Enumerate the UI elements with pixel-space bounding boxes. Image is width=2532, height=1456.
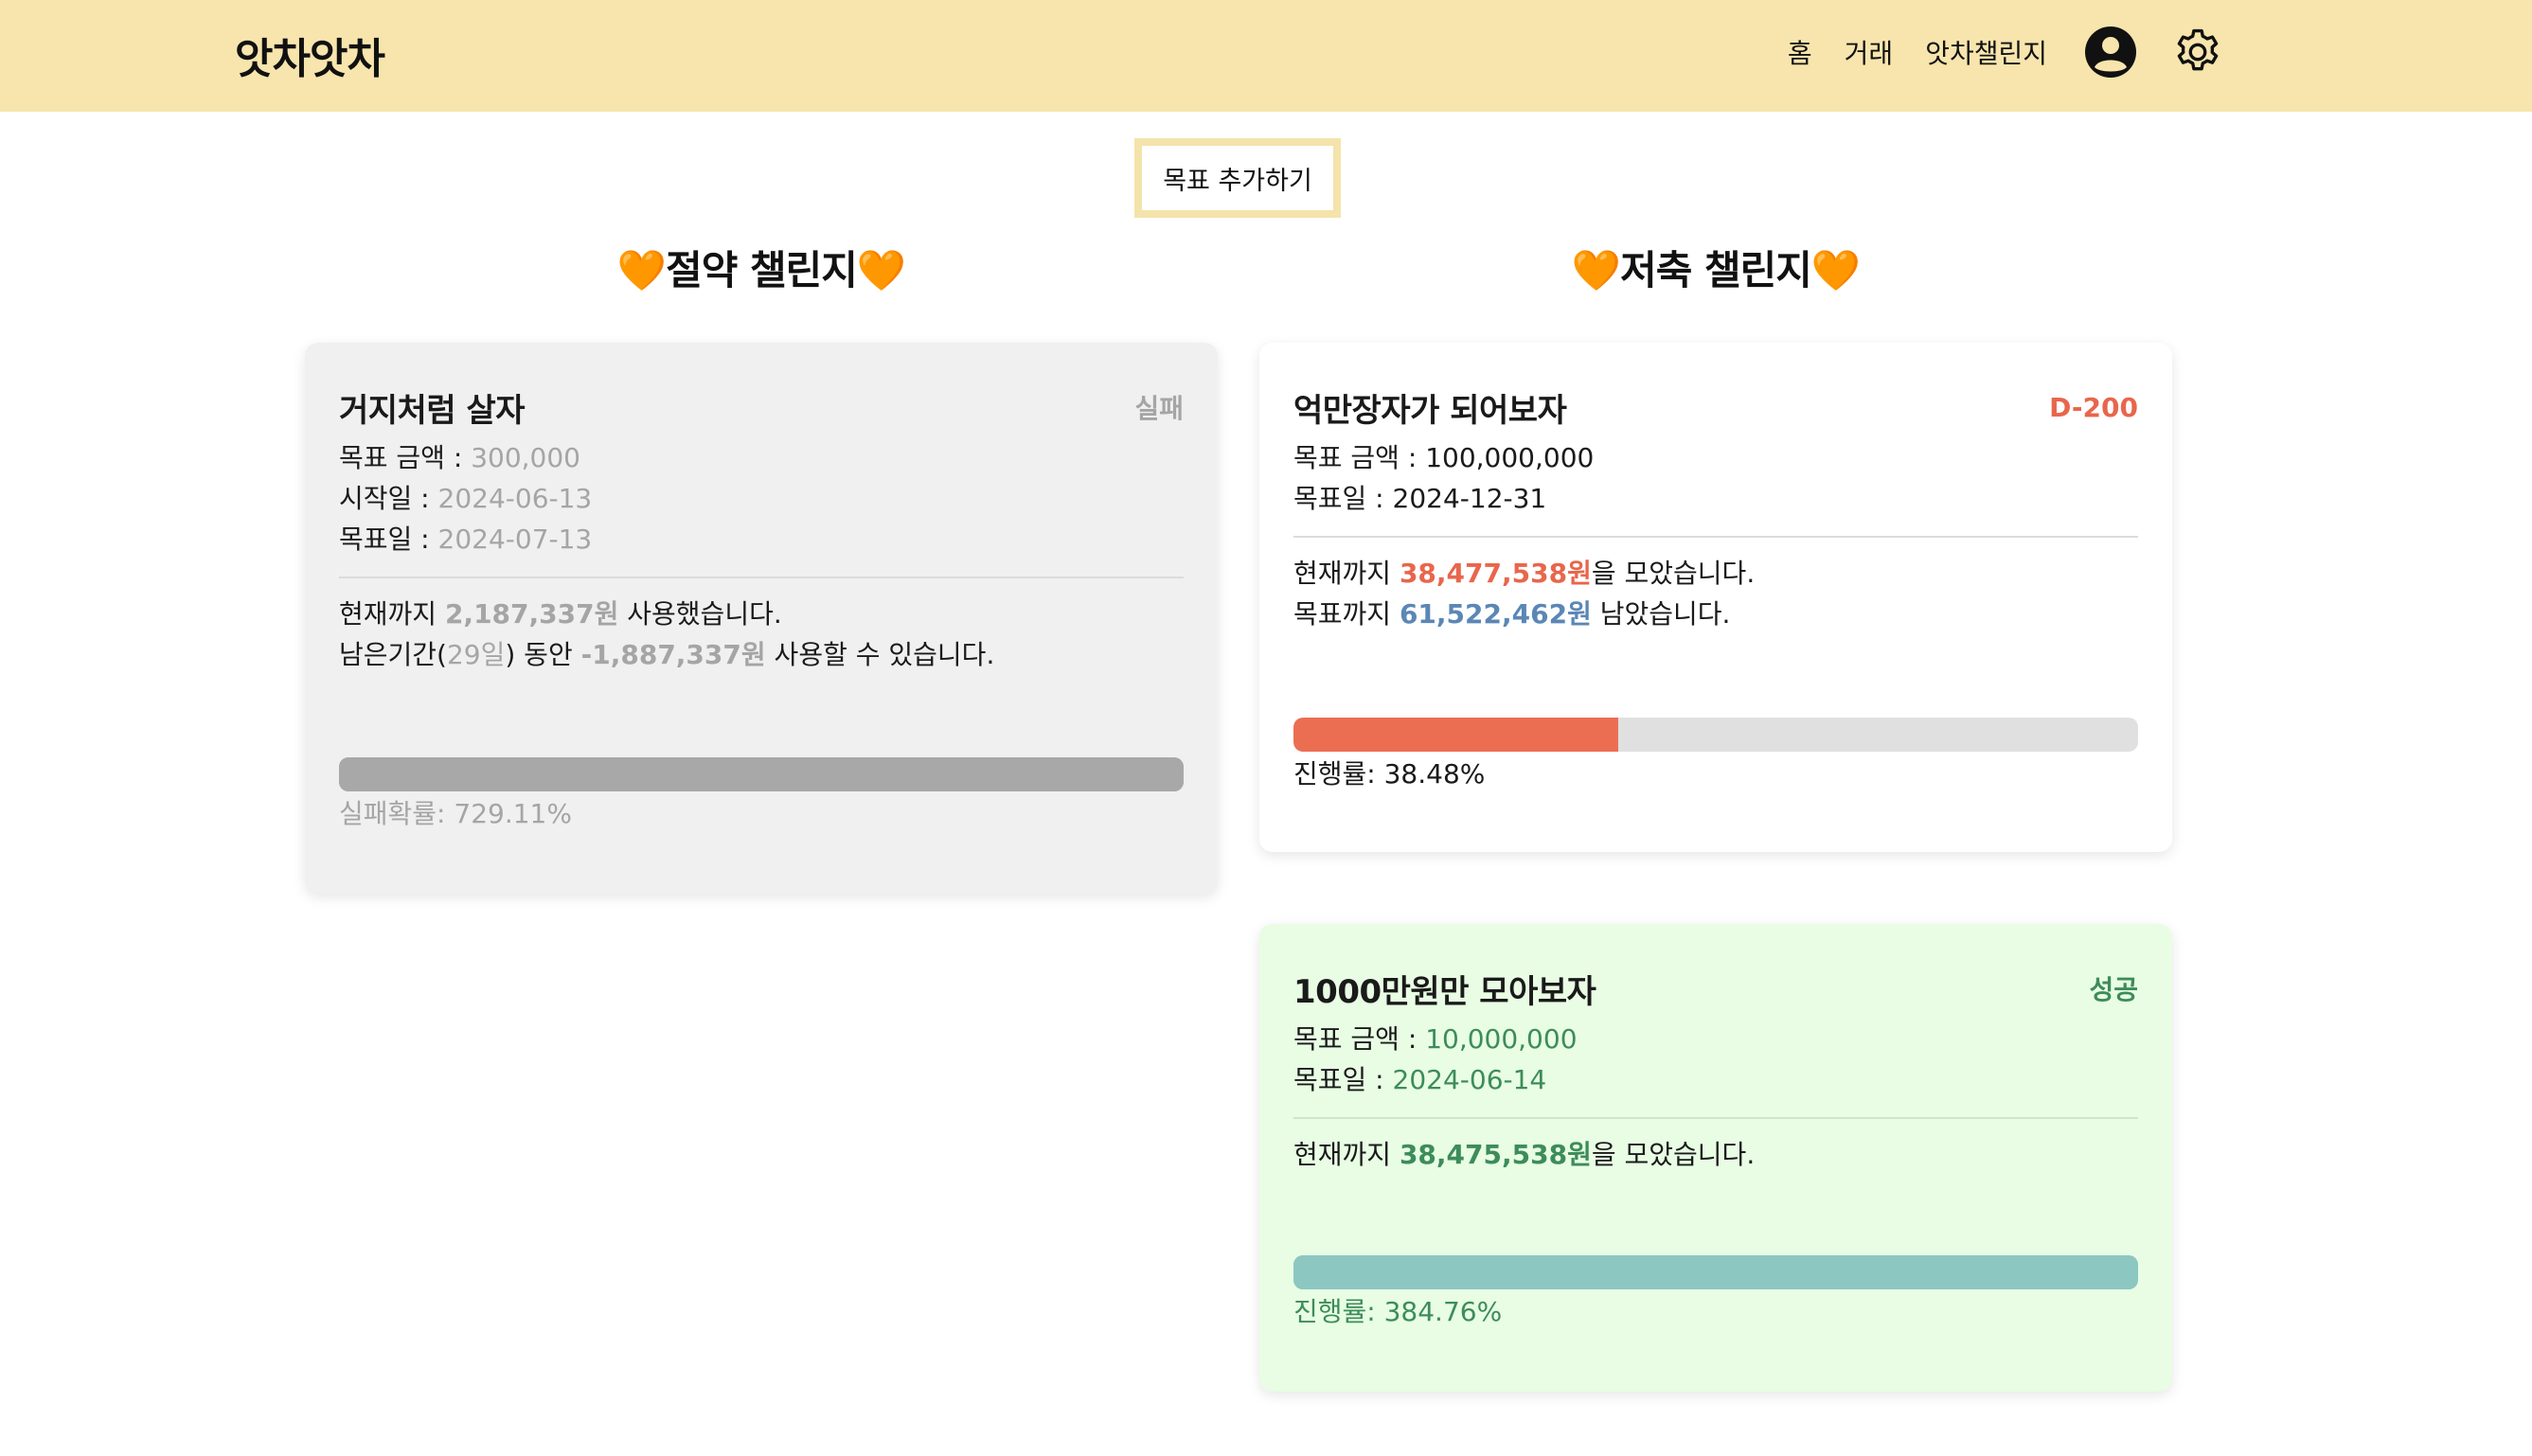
deposit-challenge-title: 🧡저축 챌린지🧡 — [1571, 247, 1861, 293]
remaining-amount: -1,887,337원 — [580, 639, 766, 670]
goal-amount-row: 목표 금액 : 10,000,000 — [1293, 1023, 1578, 1055]
saving-challenge-title: 🧡절약 챌린지🧡 — [616, 247, 906, 293]
progress-label: 실패확률: 729.11% — [339, 798, 572, 829]
remaining-row: 남은기간(29일) 동안 -1,887,337원 사용할 수 있습니다. — [339, 639, 995, 670]
saved-amount: 38,475,538원 — [1399, 1139, 1592, 1170]
progress-bar — [339, 757, 1184, 791]
nav-transactions[interactable]: 거래 — [1845, 33, 1894, 71]
card-title: 억만장자가 되어보자 — [1293, 391, 1567, 430]
goal-date-value: 2024-12-31 — [1392, 483, 1547, 514]
status-badge: 성공 — [2089, 974, 2138, 1005]
dday-badge: D-200 — [2049, 391, 2138, 423]
progress-bar — [1293, 1255, 2138, 1289]
goal-date-row: 목표일 : 2024-07-13 — [339, 524, 593, 555]
status-badge: 실패 — [1134, 393, 1184, 424]
brand-logo[interactable]: 앗차앗차 — [235, 25, 385, 85]
progress-bar — [1293, 718, 2138, 752]
goal-amount-value: 10,000,000 — [1425, 1023, 1578, 1055]
top-nav: 홈 거래 앗차챌린지 — [1788, 25, 2225, 80]
spent-amount: 2,187,337원 — [444, 598, 619, 630]
goal-date-row: 목표일 : 2024-12-31 — [1293, 483, 1547, 514]
challenge-card-active[interactable]: 억만장자가 되어보자 D-200 목표 금액 : 100,000,000 목표일… — [1259, 343, 2172, 852]
goal-date-value: 2024-07-13 — [437, 524, 593, 555]
card-title: 거지처럼 살자 — [339, 391, 526, 430]
saved-amount: 38,477,538원 — [1399, 558, 1592, 589]
card-title: 1000만원만 모아보자 — [1293, 972, 1596, 1011]
saved-row: 현재까지 38,475,538원을 모았습니다. — [1293, 1139, 1756, 1170]
divider — [339, 577, 1184, 578]
user-circle-icon[interactable] — [2083, 25, 2138, 80]
goal-date-row: 목표일 : 2024-06-14 — [1293, 1064, 1547, 1095]
goal-amount-row: 목표 금액 : 300,000 — [339, 442, 580, 473]
saved-row: 현재까지 38,477,538원을 모았습니다. — [1293, 558, 1756, 589]
left-row: 목표까지 61,522,462원 남았습니다. — [1293, 598, 1731, 630]
goal-amount-value: 100,000,000 — [1425, 442, 1595, 473]
progress-fill — [1293, 1255, 2138, 1289]
goal-amount-value: 300,000 — [471, 442, 580, 473]
goal-amount-row: 목표 금액 : 100,000,000 — [1293, 442, 1595, 473]
start-date-row: 시작일 : 2024-06-13 — [339, 483, 593, 514]
start-date-value: 2024-06-13 — [437, 483, 593, 514]
challenge-card-failed[interactable]: 거지처럼 살자 실패 목표 금액 : 300,000 시작일 : 2024-06… — [305, 343, 1218, 894]
progress-fill — [1293, 718, 1619, 752]
left-amount: 61,522,462원 — [1399, 598, 1592, 630]
add-goal-button[interactable]: 목표 추가하기 — [1134, 138, 1341, 218]
goal-date-value: 2024-06-14 — [1392, 1064, 1547, 1095]
nav-home[interactable]: 홈 — [1788, 33, 1812, 71]
progress-fill — [339, 757, 1184, 791]
progress-label: 진행률: 384.76% — [1293, 1296, 1503, 1327]
spent-row: 현재까지 2,187,337원 사용했습니다. — [339, 598, 782, 630]
top-header: 앗차앗차 홈 거래 앗차챌린지 — [0, 0, 2532, 112]
gear-icon[interactable] — [2170, 25, 2225, 80]
remaining-days: 29일 — [446, 639, 506, 670]
challenge-card-success[interactable]: 1000만원만 모아보자 성공 목표 금액 : 10,000,000 목표일 :… — [1259, 924, 2172, 1392]
nav-challenge[interactable]: 앗차챌린지 — [1925, 33, 2047, 71]
divider — [1293, 536, 2138, 538]
progress-label: 진행률: 38.48% — [1293, 758, 1486, 790]
divider — [1293, 1117, 2138, 1119]
